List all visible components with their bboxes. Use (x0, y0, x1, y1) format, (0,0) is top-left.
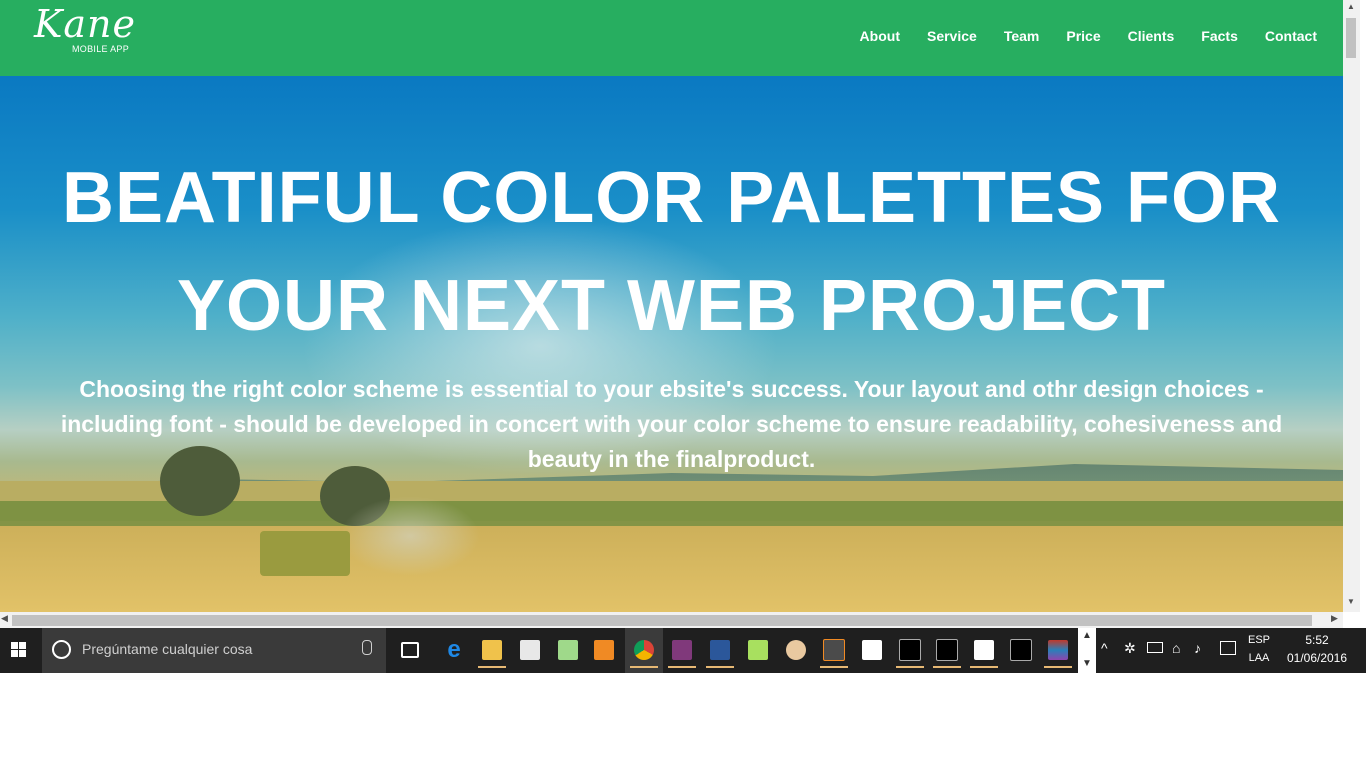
taskbar-overflow-scroller[interactable]: ▲ ▼ (1078, 628, 1096, 673)
main-nav: About Service Team Price Clients Facts C… (833, 0, 1317, 72)
scroll-up-arrow-icon[interactable]: ▲ (1346, 2, 1356, 11)
nav-item-contact[interactable]: Contact (1265, 28, 1317, 44)
nav-item-team[interactable]: Team (1004, 28, 1040, 44)
battery-icon[interactable] (1147, 642, 1163, 653)
brand-subtitle: MOBILE APP (72, 44, 130, 54)
nav-item-about[interactable]: About (860, 28, 900, 44)
winrar-icon[interactable] (1043, 635, 1073, 668)
hero-title-line-2: YOUR NEXT WEB PROJECT (176, 266, 1167, 346)
chevron-down-icon[interactable]: ▼ (1082, 658, 1092, 669)
network-status-icon[interactable]: ✲ (1124, 640, 1136, 657)
file-explorer-icon[interactable] (477, 635, 507, 668)
brand-name: Kane (34, 2, 137, 46)
terminal-icon[interactable] (895, 635, 925, 668)
vertical-scrollbar-thumb[interactable] (1346, 18, 1356, 58)
cortana-icon (52, 640, 71, 659)
browser-viewport: Kane MOBILE APP About Service Team Price… (0, 0, 1360, 628)
search-placeholder: Pregúntame cualquier cosa (82, 641, 253, 657)
media-player-icon[interactable] (589, 635, 619, 665)
terminal-icon[interactable] (932, 635, 962, 668)
slack-icon[interactable] (857, 635, 887, 665)
chrome-icon[interactable] (629, 635, 659, 668)
horizontal-scrollbar-thumb[interactable] (12, 615, 1312, 626)
nav-item-service[interactable]: Service (927, 28, 977, 44)
harvester-image (260, 531, 350, 576)
brand-logo[interactable]: Kane MOBILE APP (34, 2, 154, 60)
system-clock[interactable]: 5:52 01/06/2016 (1280, 631, 1354, 667)
hero-title-line-1: BEATIFUL COLOR PALETTES FOR (62, 158, 1281, 238)
nav-item-price[interactable]: Price (1066, 28, 1100, 44)
scroll-right-arrow-icon[interactable]: ▶ (1331, 613, 1338, 624)
action-center-icon[interactable] (1220, 641, 1236, 655)
sublime-text-icon[interactable] (819, 635, 849, 668)
task-view-icon[interactable] (395, 635, 425, 665)
clock-time: 5:52 (1305, 633, 1329, 647)
nav-item-facts[interactable]: Facts (1201, 28, 1238, 44)
edge-icon[interactable]: e (439, 635, 469, 665)
windows-taskbar: Pregúntame cualquier cosa e ▲ ▼ ^ ✲ ⌂ ♪ … (0, 628, 1366, 673)
navbar: Kane MOBILE APP About Service Team Price… (0, 0, 1343, 76)
volume-icon[interactable]: ♪ (1194, 640, 1201, 656)
windows-logo-icon (11, 642, 26, 657)
cortana-search-box[interactable]: Pregúntame cualquier cosa (42, 628, 386, 673)
hero-background-wheat (0, 526, 1343, 612)
clock-date: 01/06/2016 (1286, 651, 1348, 665)
language-code: ESP (1247, 634, 1270, 646)
word-icon[interactable] (705, 635, 735, 668)
hero-title: BEATIFUL COLOR PALETTES FOR YOUR NEXT WE… (0, 144, 1343, 360)
app-hand-icon[interactable] (781, 635, 811, 665)
vertical-scrollbar[interactable] (1343, 0, 1360, 612)
dust-cloud (340, 496, 480, 576)
cmd-icon[interactable] (1006, 635, 1036, 665)
wifi-icon[interactable]: ⌂ (1172, 640, 1180, 656)
hero-description: Choosing the right color scheme is essen… (60, 376, 1283, 472)
start-button[interactable] (0, 628, 40, 673)
maps-icon[interactable] (553, 635, 583, 665)
input-language[interactable]: ESP LAA (1244, 631, 1274, 667)
hero-section: BEATIFUL COLOR PALETTES FOR YOUR NEXT WE… (0, 76, 1343, 612)
photos-icon[interactable] (969, 635, 999, 668)
keyboard-layout: LAA (1248, 652, 1270, 664)
onenote-icon[interactable] (667, 635, 697, 668)
show-hidden-icons-chevron-icon[interactable]: ^ (1101, 640, 1108, 656)
chevron-up-icon[interactable]: ▲ (1082, 630, 1092, 641)
microphone-icon[interactable] (362, 640, 372, 655)
scroll-down-arrow-icon[interactable]: ▼ (1346, 597, 1356, 606)
scroll-left-arrow-icon[interactable]: ◀ (1, 613, 8, 624)
nav-item-clients[interactable]: Clients (1128, 28, 1175, 44)
store-icon[interactable] (515, 635, 545, 665)
app-green-icon[interactable] (743, 635, 773, 665)
